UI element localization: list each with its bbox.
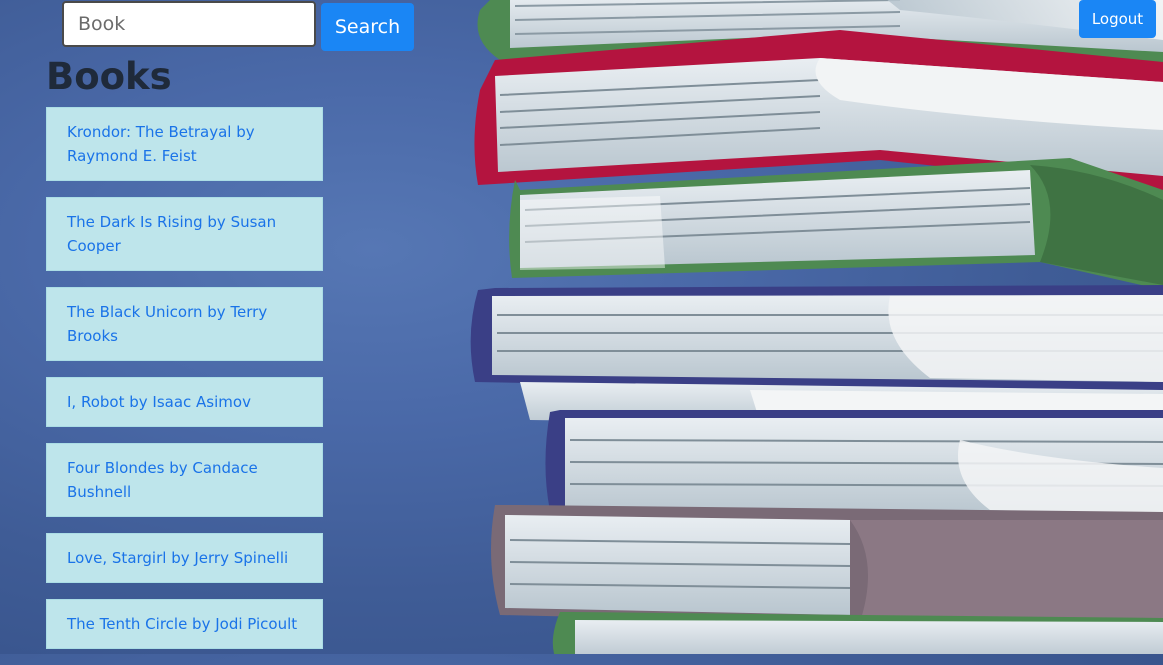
book-list-item[interactable]: Love, Stargirl by Jerry Spinelli [46, 533, 323, 583]
logout-button[interactable]: Logout [1079, 0, 1156, 38]
book-list-item[interactable]: The Black Unicorn by Terry Brooks [46, 287, 323, 361]
book-list-item[interactable]: Krondor: The Betrayal by Raymond E. Feis… [46, 107, 323, 181]
book-list-item[interactable]: I, Robot by Isaac Asimov [46, 377, 323, 427]
page-title: Books [46, 55, 172, 98]
book-list: Krondor: The Betrayal by Raymond E. Feis… [46, 107, 323, 665]
search-input[interactable] [62, 1, 316, 47]
book-list-item[interactable]: The Tenth Circle by Jodi Picoult [46, 599, 323, 649]
book-list-item[interactable]: Four Blondes by Candace Bushnell [46, 443, 323, 517]
search-button[interactable]: Search [321, 3, 414, 51]
book-list-item[interactable]: The Dark Is Rising by Susan Cooper [46, 197, 323, 271]
